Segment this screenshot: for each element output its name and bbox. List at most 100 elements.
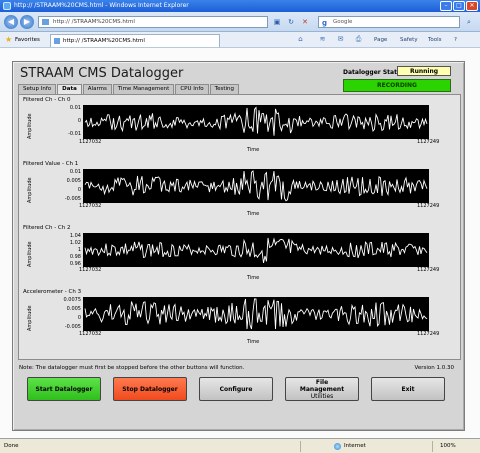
page-menu[interactable]: Page xyxy=(374,37,387,43)
help-menu[interactable]: ? xyxy=(454,37,457,43)
tab-alarms[interactable]: Alarms xyxy=(82,84,112,94)
start-datalogger-button[interactable]: Start Datalogger xyxy=(27,377,101,401)
y-tick: 0 xyxy=(77,118,81,124)
safety-menu[interactable]: Safety xyxy=(400,37,418,43)
y-axis-label: Amplitude xyxy=(27,177,33,203)
plot-area[interactable] xyxy=(83,105,429,139)
y-tick: -0.01 xyxy=(68,131,81,137)
search-placeholder: Google xyxy=(333,19,353,25)
feeds-icon[interactable]: ≋ xyxy=(318,35,327,44)
exit-button[interactable]: Exit xyxy=(371,377,445,401)
stop-datalogger-button[interactable]: Stop Datalogger xyxy=(113,377,187,401)
address-bar[interactable]: http:// /STRAAM%20CMS.html xyxy=(38,16,268,28)
tab-time-management[interactable]: Time Management xyxy=(112,84,175,94)
status-divider xyxy=(432,441,433,452)
datalogger-panel: STRAAM CMS Datalogger Datalogger State R… xyxy=(12,61,465,431)
file-button-line2: Management xyxy=(299,385,345,393)
configure-button-label: Configure xyxy=(219,385,253,393)
plot-area[interactable] xyxy=(83,297,429,331)
y-axis-ticks: 0.0075 0.005 0 -0.005 xyxy=(35,297,82,330)
minimize-button[interactable]: – xyxy=(440,1,452,11)
app-title: STRAAM CMS Datalogger xyxy=(20,66,184,81)
browser-title-bar: http:// /STRAAM%20CMS.html - Windows Int… xyxy=(0,0,480,12)
x-tick-start: 1127032 xyxy=(79,139,102,145)
tab-page-icon xyxy=(54,38,60,44)
state-value: Running xyxy=(397,66,451,76)
browser-tab[interactable]: http:// /STRAAM%20CMS.html xyxy=(50,34,220,47)
y-axis-ticks: 0.01 0.005 0 -0.005 xyxy=(35,169,81,202)
version-text: Version 1.0.30 xyxy=(414,365,454,371)
file-button-line1: File xyxy=(315,378,329,386)
tab-cpu-info[interactable]: CPU Info xyxy=(175,84,209,94)
chart-title: Filtered Ch - Ch 2 xyxy=(23,225,71,231)
waveform-chart-ch0: Filtered Ch - Ch 0 Amplitude 0.01 0 -0.0… xyxy=(23,97,457,159)
start-button-label: Start Datalogger xyxy=(35,385,93,393)
ie-logo-icon xyxy=(3,2,11,10)
tab-setup-info[interactable]: Setup Info xyxy=(18,84,57,94)
favorites-star-icon[interactable]: ★ xyxy=(5,35,12,44)
recording-indicator: RECORDING xyxy=(343,79,451,92)
y-tick: 0.005 xyxy=(66,306,81,312)
window-title: http:// /STRAAM%20CMS.html - Windows Int… xyxy=(14,2,189,9)
y-tick: 0.005 xyxy=(66,178,81,184)
y-tick: 0.0075 xyxy=(63,297,82,303)
zoom-level[interactable]: 100% xyxy=(440,443,456,449)
y-tick: 0 xyxy=(77,315,81,321)
exit-button-label: Exit xyxy=(401,385,415,393)
x-axis-label: Time xyxy=(247,339,260,345)
y-tick: 0.98 xyxy=(69,254,81,260)
y-axis-ticks: 0.01 0 -0.01 xyxy=(35,105,81,137)
compatibility-icon[interactable]: ▣ xyxy=(272,17,282,27)
y-axis-label: Amplitude xyxy=(27,113,33,139)
x-tick-end: 1127249 xyxy=(417,331,440,337)
tools-menu[interactable]: Tools xyxy=(428,37,442,43)
waveform-chart-ch2: Filtered Ch - Ch 2 Amplitude 1.04 1.02 1… xyxy=(23,225,457,287)
chart-title: Accelerometer - Ch 3 xyxy=(23,289,82,295)
waveform-chart-ch3: Accelerometer - Ch 3 Amplitude 0.0075 0.… xyxy=(23,289,457,351)
state-label: Datalogger State xyxy=(343,69,402,76)
maximize-button[interactable]: □ xyxy=(453,1,465,11)
plot-area[interactable] xyxy=(83,169,429,203)
x-tick-start: 1127032 xyxy=(79,267,102,273)
search-input[interactable]: g Google xyxy=(318,16,460,28)
status-text: Done xyxy=(4,443,19,449)
back-button[interactable]: ◀ xyxy=(4,15,18,29)
address-text: http:// /STRAAM%20CMS.html xyxy=(53,19,135,25)
file-button-line3: Utilities xyxy=(310,392,334,400)
y-axis-label: Amplitude xyxy=(27,305,33,331)
refresh-icon[interactable]: ↻ xyxy=(286,17,296,27)
x-tick-start: 1127032 xyxy=(79,331,102,337)
favorites-label[interactable]: Favorites xyxy=(15,37,40,43)
configure-button[interactable]: Configure xyxy=(199,377,273,401)
plot-area[interactable] xyxy=(83,233,429,267)
x-tick-end: 1127249 xyxy=(417,267,440,273)
y-tick: 0 xyxy=(77,187,81,193)
status-divider xyxy=(300,441,301,452)
waveform-chart-ch1: Filtered Value - Ch 1 Amplitude 0.01 0.0… xyxy=(23,161,457,223)
address-toolbar: ◀ ▶ http:// /STRAAM%20CMS.html ▣ ↻ ✕ g G… xyxy=(0,12,480,32)
y-tick: -0.005 xyxy=(64,196,81,202)
y-tick: 0.01 xyxy=(69,105,81,111)
x-axis-label: Time xyxy=(247,147,260,153)
close-window-button[interactable]: ✕ xyxy=(466,1,478,11)
page-content: STRAAM CMS Datalogger Datalogger State R… xyxy=(0,48,480,438)
plot-background xyxy=(83,169,429,203)
tab-testing[interactable]: Testing xyxy=(209,84,239,94)
chart-title: Filtered Value - Ch 1 xyxy=(23,161,79,167)
y-tick: 1 xyxy=(77,247,81,253)
page-icon xyxy=(42,19,49,25)
print-icon[interactable]: ⎙ xyxy=(354,35,363,44)
stop-icon[interactable]: ✕ xyxy=(300,17,310,27)
tab-title: http:// /STRAAM%20CMS.html xyxy=(63,38,145,44)
mail-icon[interactable]: ✉ xyxy=(336,35,345,44)
favorites-bar: ★ Favorites http:// /STRAAM%20CMS.html ⌂… xyxy=(0,32,480,48)
forward-button[interactable]: ▶ xyxy=(20,15,34,29)
window-controls: – □ ✕ xyxy=(440,1,478,11)
y-tick: 0.01 xyxy=(69,169,81,175)
chart-title: Filtered Ch - Ch 0 xyxy=(23,97,71,103)
security-zone[interactable]: Internet xyxy=(334,443,366,450)
search-icon[interactable]: ⌕ xyxy=(464,17,474,27)
home-icon[interactable]: ⌂ xyxy=(296,35,305,44)
x-axis-label: Time xyxy=(247,211,260,217)
file-management-button[interactable]: File Management Utilities xyxy=(285,377,359,401)
